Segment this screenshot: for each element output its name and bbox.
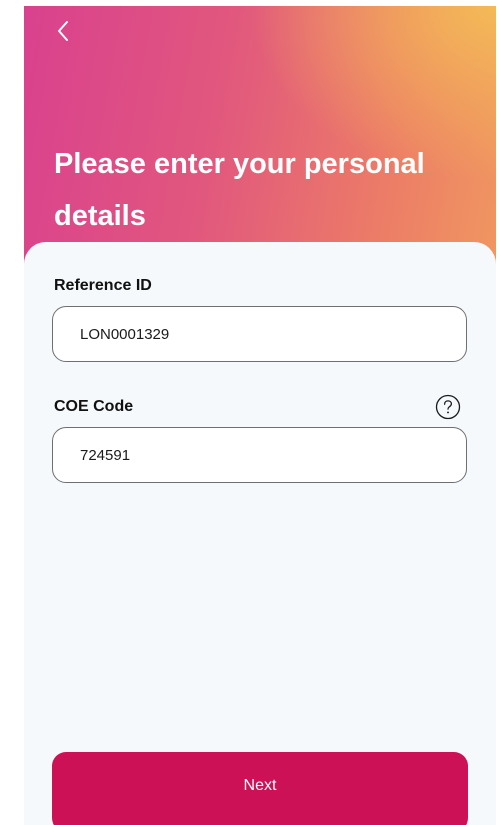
back-button[interactable] [50,18,76,44]
coe-code-help-button[interactable] [435,394,461,420]
coe-code-input[interactable] [52,427,467,483]
coe-code-label: COE Code [54,398,134,415]
question-circle-icon [435,394,461,420]
reference-id-label: Reference ID [54,277,152,294]
app-screen: Please enter your personal details Refer… [24,6,496,825]
reference-id-input[interactable] [52,306,467,362]
chevron-left-icon [58,21,68,41]
page-title: Please enter your personal details [54,148,425,232]
next-button[interactable]: Next [52,752,468,825]
